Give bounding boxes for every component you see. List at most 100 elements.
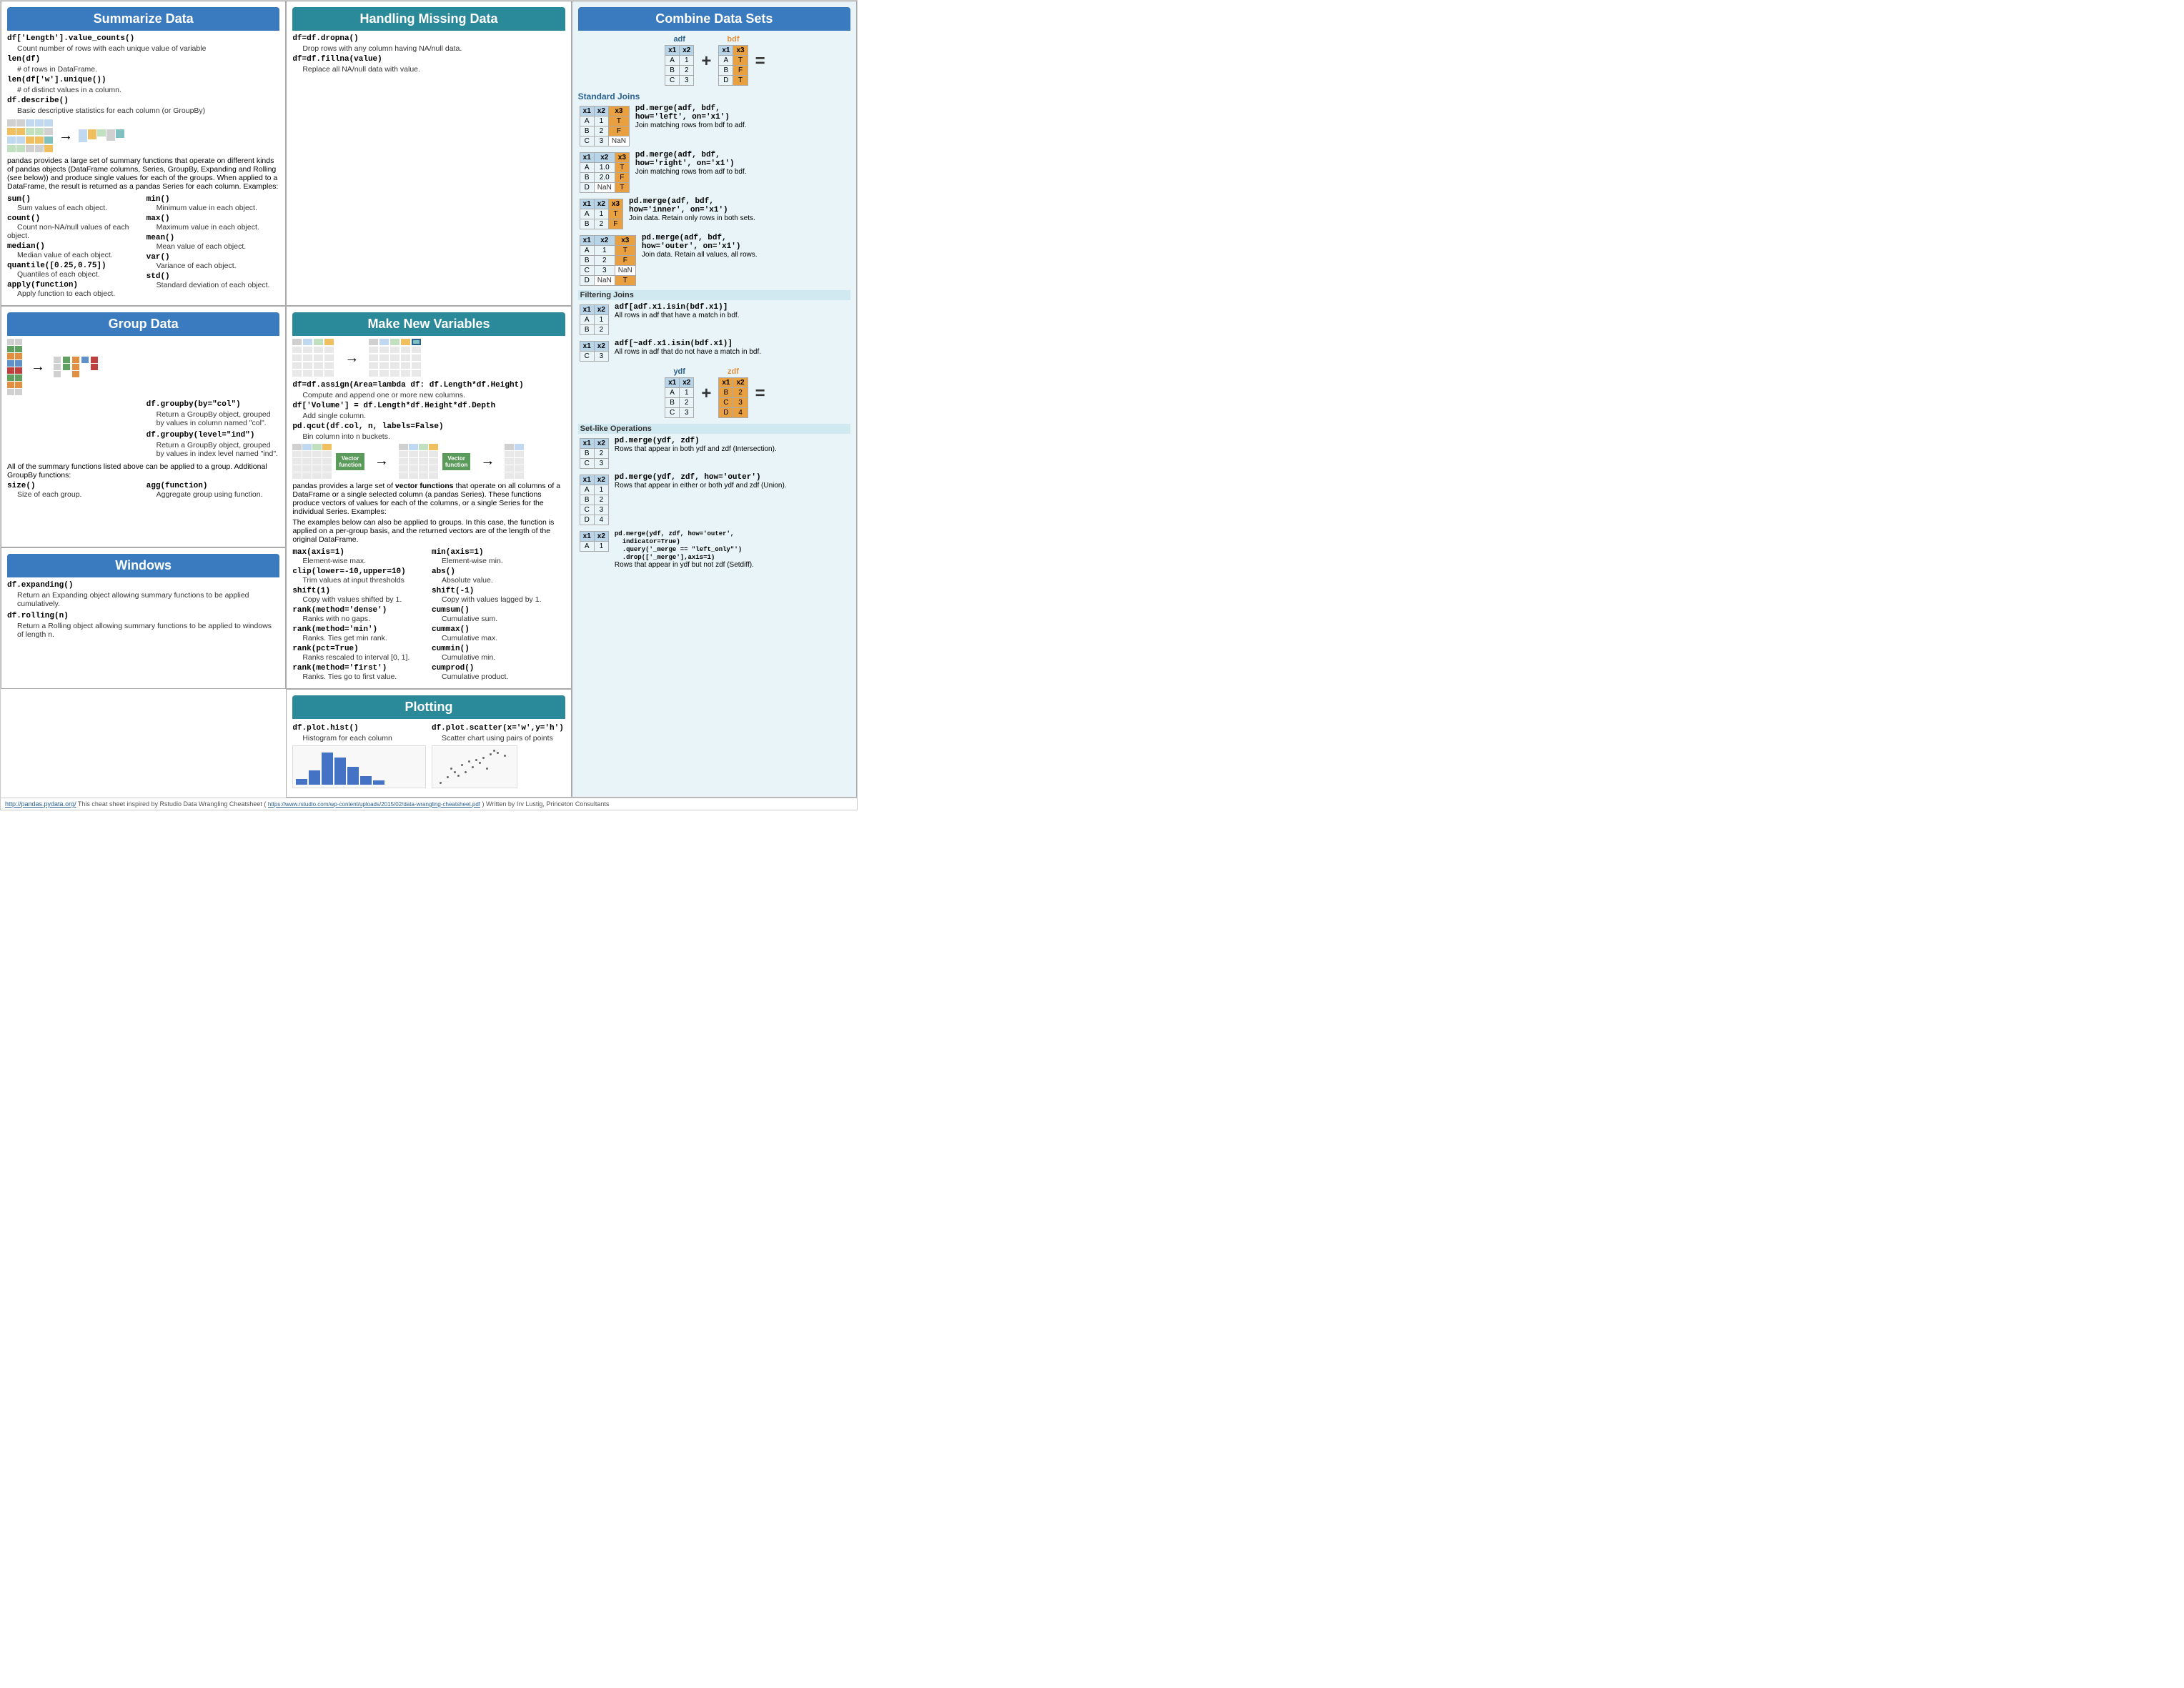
code-min-axis: min(axis=1)	[432, 548, 484, 557]
desc-value-counts: Count number of rows with each unique va…	[7, 44, 279, 53]
group-arrow: →	[31, 359, 45, 375]
outer-join-table: x1x2x3 A1T B2F C3NaN DNaNT	[580, 235, 636, 286]
scatter-area: df.plot.scatter(x='w',y='h') Scatter cha…	[432, 722, 565, 791]
code-qcut: pd.qcut(df.col, n, labels=False)	[292, 422, 443, 431]
right-join-desc: pd.merge(adf, bdf, how='right', on='x1')…	[635, 151, 850, 176]
std-joins-label: Standard Joins	[578, 91, 850, 101]
make-new-section: Make New Variables → df=df.assign(Area=l…	[286, 306, 571, 689]
plotting-content: df.plot.hist() Histogram for each column…	[292, 722, 565, 791]
group-empty	[7, 398, 141, 460]
filter-joins-label: Filtering Joins	[578, 290, 850, 300]
outer-join-code: pd.merge(adf, bdf, how='outer', on='x1')	[642, 234, 741, 251]
windows-header: Windows	[7, 554, 279, 577]
make-new-right: min(axis=1)Element-wise min. abs()Absolu…	[432, 546, 565, 682]
code-groupby-col: df.groupby(by="col")	[147, 400, 241, 409]
group-diagram: →	[7, 339, 279, 395]
desc-volume: Add single column.	[292, 412, 565, 420]
code-value-counts: df['Length'].value_counts()	[7, 34, 134, 43]
inner-join-desc: pd.merge(adf, bdf, how='inner', on='x1')…	[629, 197, 850, 222]
summarize-left: sum()Sum values of each object. count()C…	[7, 193, 141, 299]
group-extra-left: size() Size of each group.	[7, 481, 141, 499]
scatter-visual	[432, 745, 517, 788]
set-op1-code: pd.merge(ydf, zdf)	[615, 437, 700, 445]
code-count: count()	[7, 214, 40, 223]
make-new-functions: max(axis=1)Element-wise max. clip(lower=…	[292, 546, 565, 682]
adf-area: adf x1x2 A1 B2 C3	[663, 35, 695, 87]
missing-header: Handling Missing Data	[292, 7, 565, 31]
code-abs: abs()	[432, 567, 455, 576]
make-new-narrative: pandas provides a large set of vector fu…	[292, 482, 565, 516]
code-dropna: df=df.dropna()	[292, 34, 358, 43]
zdf-area: zdf x1x2 B2 C3 D4	[717, 367, 749, 419]
vector-visual: Vectorfunction → Vectorfunction →	[292, 444, 565, 479]
zdf-label: zdf	[717, 367, 749, 376]
footer-suffix: ) Written by Irv Lustig, Princeton Consu…	[482, 800, 610, 808]
after-bars	[79, 129, 124, 142]
code-rank-first: rank(method='first')	[292, 664, 387, 672]
code-volume: df['Volume'] = df.Length*df.Height*df.De…	[292, 402, 495, 410]
make-new-visual: →	[292, 339, 565, 377]
filter-join2-row: x1x2 C3 adf[~adf.x1.isin(bdf.x1)] All ro…	[578, 339, 850, 363]
group-narrative: All of the summary functions listed abov…	[7, 462, 279, 480]
equals-icon2: =	[755, 384, 765, 404]
code-min: min()	[147, 195, 170, 204]
filter-join2-code: adf[~adf.x1.isin(bdf.x1)]	[615, 339, 733, 348]
code-len-unique: len(df['w'].unique())	[7, 76, 106, 84]
footer-url[interactable]: http://pandas.pydata.org/	[5, 800, 76, 808]
code-apply: apply(function)	[7, 281, 78, 289]
desc-len-df: # of rows in DataFrame.	[7, 65, 279, 74]
set-op2-desc: pd.merge(ydf, zdf, how='outer') Rows tha…	[615, 473, 850, 490]
code-rolling: df.rolling(n)	[7, 612, 69, 620]
set-ops-label: Set-like Operations	[578, 424, 850, 434]
code-rank-pct: rank(pct=True)	[292, 645, 358, 653]
group-desc: df.groupby(by="col") Return a GroupBy ob…	[7, 398, 279, 460]
group-bars-after	[54, 357, 98, 377]
footer-ref-url[interactable]: https://www.rstudio.com/wp-content/uploa…	[268, 801, 480, 808]
bdf-table: x1x3 AT BF DT	[718, 45, 748, 86]
summarize-header: Summarize Data	[7, 7, 279, 31]
footer: http://pandas.pydata.org/ This cheat she…	[1, 798, 857, 810]
arrow-icon4: →	[480, 453, 495, 470]
make-new-header: Make New Variables	[292, 312, 565, 336]
desc-dropna: Drop rows with any column having NA/null…	[292, 44, 565, 53]
summarize-functions: sum()Sum values of each object. count()C…	[7, 193, 279, 299]
ydf-table: x1x2 A1 B2 C3	[665, 377, 694, 418]
desc-qcut: Bin column into n buckets.	[292, 432, 565, 441]
filter-join1-row: x1x2 A1 B2 adf[adf.x1.isin(bdf.x1)] All …	[578, 303, 850, 337]
filter-join2-table: x1x2 C3	[580, 341, 609, 362]
outer-join-desc: pd.merge(adf, bdf, how='outer', on='x1')…	[642, 234, 850, 259]
group-note: The examples below can also be applied t…	[292, 518, 565, 544]
footer-text: This cheat sheet inspired by Rstudio Dat…	[78, 800, 266, 808]
set-op2-table: x1x2 A1 B2 C3 D4	[580, 475, 609, 525]
code-size: size()	[7, 482, 36, 490]
combine-bottom-visual: ydf x1x2 A1 B2 C3 + zdf x1x2 B2 C3 D4 =	[578, 367, 850, 419]
summarize-diagram: →	[7, 119, 279, 152]
plus-icon2: +	[701, 384, 711, 404]
left-join-desc: pd.merge(adf, bdf, how='left', on='x1') …	[635, 104, 850, 129]
code-hist: df.plot.hist()	[292, 724, 358, 733]
set-op2-row: x1x2 A1 B2 C3 D4 pd.merge(ydf, zdf, how=…	[578, 473, 850, 527]
code-var: var()	[147, 253, 170, 262]
code-cumprod: cumprod()	[432, 664, 474, 672]
arrow-icon2: →	[344, 350, 359, 367]
inner-join-code: pd.merge(adf, bdf, how='inner', on='x1')	[629, 197, 728, 214]
code-assign: df=df.assign(Area=lambda df: df.Length*d…	[292, 381, 523, 389]
combine-top-visual: adf x1x2 A1 B2 C3 + bdf x1x3 AT BF DT =	[578, 35, 850, 87]
code-rank-dense: rank(method='dense')	[292, 606, 387, 615]
vector-function-label2: Vectorfunction	[442, 453, 471, 470]
group-funcs: df.groupby(by="col") Return a GroupBy ob…	[147, 398, 280, 460]
histogram-visual	[292, 745, 426, 788]
vec-after	[399, 444, 438, 479]
group-extra-funcs: size() Size of each group. agg(function)…	[7, 481, 279, 499]
before-grid	[292, 339, 334, 377]
group-extra-right: agg(function) Aggregate group using func…	[147, 481, 280, 499]
arrow-icon3: →	[374, 453, 389, 470]
outer-join-row: x1x2x3 A1T B2F C3NaN DNaNT pd.merge(adf,…	[578, 234, 850, 287]
after-grid	[369, 339, 422, 377]
inner-join-table: x1x2x3 A1T B2F	[580, 199, 623, 229]
desc-assign: Compute and append one or more new colum…	[292, 391, 565, 399]
windows-section: Windows df.expanding() Return an Expandi…	[1, 547, 286, 689]
missing-section: Handling Missing Data df=df.dropna() Dro…	[286, 1, 571, 306]
code-len-df: len(df)	[7, 55, 40, 64]
right-join-row: x1x2x3 A1.0T B2.0F DNaNT pd.merge(adf, b…	[578, 151, 850, 194]
